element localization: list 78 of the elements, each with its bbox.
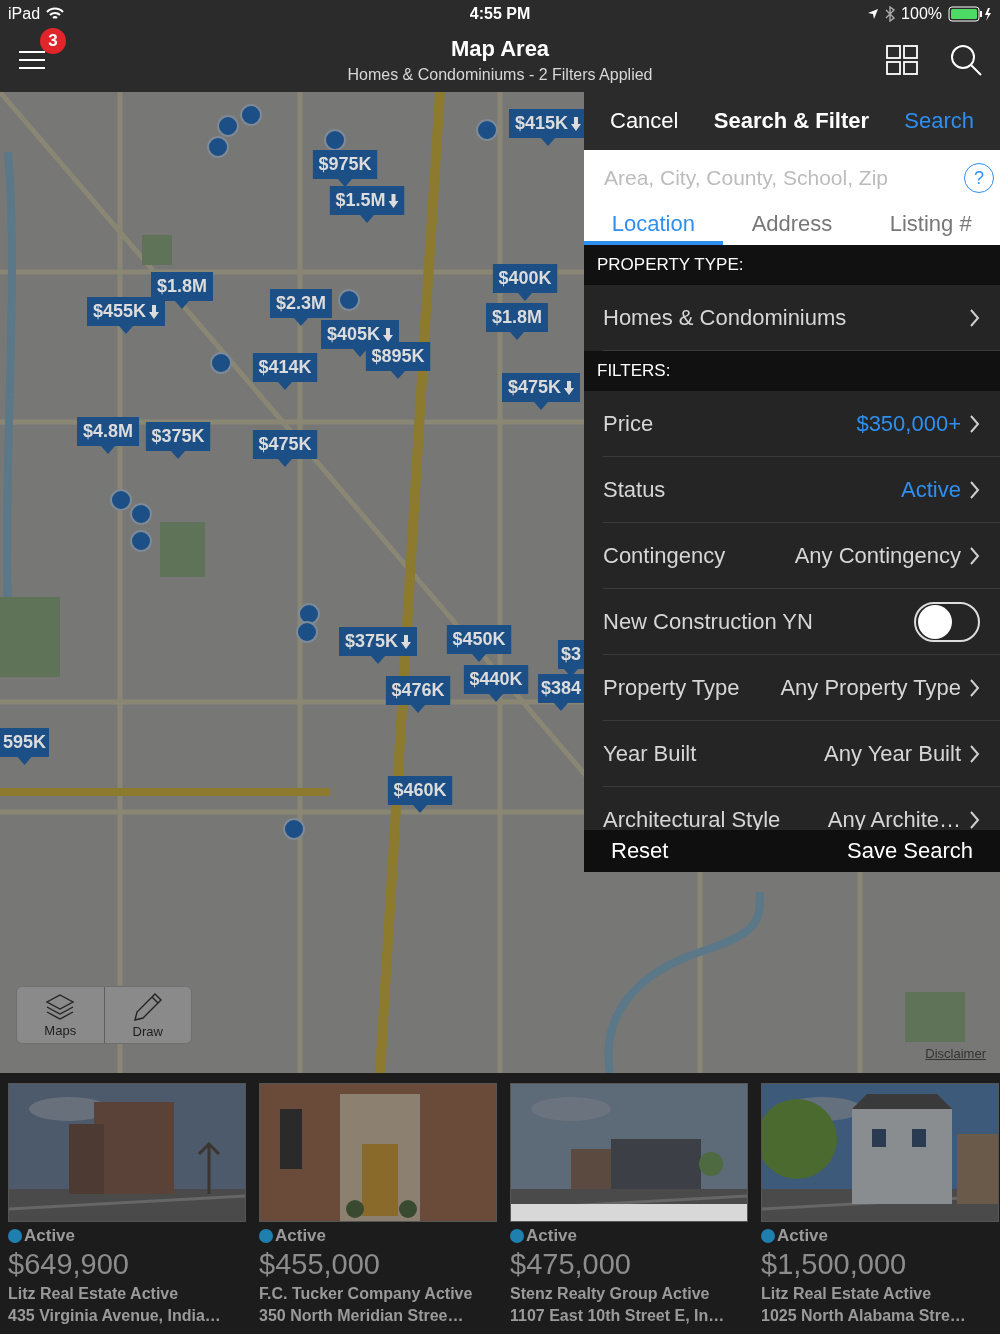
row-label: Homes & Condominiums (603, 304, 847, 331)
listing-price: $475,000 (510, 1248, 632, 1281)
status-dot (8, 1229, 22, 1243)
save-search-button[interactable]: Save Search (847, 838, 973, 864)
chevron-icon (969, 743, 980, 764)
bluetooth-icon (885, 6, 896, 22)
search-button[interactable] (950, 44, 982, 76)
listing-brokerage: Stenz Realty Group Active (510, 1285, 711, 1303)
row-label: Property Type (603, 674, 740, 701)
battery-icon (948, 6, 992, 22)
wifi-icon (46, 7, 65, 21)
listing-address: 350 North Meridian Stree… (259, 1307, 465, 1325)
grid-view-button[interactable] (886, 45, 918, 75)
grid-icon (886, 45, 918, 75)
chevron-icon (969, 809, 980, 830)
listing-address: 435 Virginia Avenue, India… (8, 1307, 222, 1325)
filter-row[interactable]: Property Type Any Property Type (603, 655, 1000, 721)
pencil-icon (132, 991, 163, 1022)
row-label: New Construction YN (603, 608, 813, 635)
row-label: Status (603, 476, 666, 503)
listing-address: 1107 East 10th Street E, In… (510, 1307, 726, 1325)
status-dot (259, 1229, 273, 1243)
row-value: Any Property Type (779, 674, 961, 701)
menu-icon (18, 49, 46, 71)
listing-brokerage: F.C. Tucker Company Active (259, 1285, 474, 1303)
filter-row[interactable]: Price $350,000+ (603, 391, 1000, 457)
battery-percent: 100% (901, 5, 942, 23)
listing-status: Active (777, 1226, 829, 1246)
chevron-icon (969, 479, 980, 500)
section-heading: PROPERTY TYPE: (584, 245, 1000, 285)
cancel-button[interactable]: Cancel (610, 108, 679, 134)
status-dot (761, 1229, 775, 1243)
clock-time: 4:55 PM (469, 5, 531, 23)
panel-title: Search & Filter (713, 108, 869, 134)
row-label: Contingency (603, 542, 726, 569)
listing-brokerage: Litz Real Estate Active (761, 1285, 933, 1303)
listing-address: 1025 North Alabama Stre… (761, 1307, 967, 1325)
page-subtitle: Homes & Condominiums - 2 Filters Applied (346, 66, 654, 84)
row-value: Any Year Built (823, 740, 961, 767)
search-submit-button[interactable]: Search (904, 108, 974, 134)
row-label: Year Built (603, 740, 697, 767)
listing-price: $455,000 (259, 1248, 381, 1281)
listing-status: Active (526, 1226, 578, 1246)
chevron-icon (969, 677, 980, 698)
maps-button[interactable]: Maps (17, 987, 104, 1043)
chevron-icon (969, 413, 980, 434)
filter-row[interactable]: Year Built Any Year Built (603, 721, 1000, 787)
device-name: iPad (8, 5, 41, 23)
listing-card[interactable]: Active $1,500,000 Litz Real Estate Active 1025 North Alabama Stre… (761, 1083, 997, 1334)
row-value: Any Contingency (793, 542, 961, 569)
tab[interactable]: Listing # (861, 206, 1000, 245)
listing-brokerage: Litz Real Estate Active (8, 1285, 180, 1303)
listing-card[interactable]: Active $455,000 F.C. Tucker Company Active 350 North Meridian Stree… (259, 1083, 495, 1334)
listing-price: $649,900 (8, 1248, 130, 1281)
filter-row[interactable]: Contingency Any Contingency (603, 523, 1000, 589)
toggle-switch[interactable] (914, 601, 980, 642)
listing-price: $1,500,000 (761, 1248, 908, 1281)
reset-button[interactable]: Reset (611, 838, 669, 864)
menu-button[interactable] (18, 48, 48, 72)
chevron-icon (969, 307, 980, 328)
chevron-icon (969, 545, 980, 566)
listing-status: Active (24, 1226, 76, 1246)
row-label: Price (603, 410, 654, 437)
listing-card[interactable]: Active $475,000 Stenz Realty Group Active 1107 East 10th Street E, In… (510, 1083, 746, 1334)
search-icon (950, 44, 982, 76)
tab[interactable]: Address (722, 206, 862, 245)
status-dot (510, 1229, 524, 1243)
filter-row[interactable]: Status Active (603, 457, 1000, 523)
row-value: $350,000+ (855, 410, 961, 437)
row-value: Active (900, 476, 961, 503)
section-heading: FILTERS: (584, 351, 1000, 391)
notification-badge: 3 (40, 28, 66, 54)
listing-card[interactable]: Active $649,900 Litz Real Estate Active 435 Virginia Avenue, India… (8, 1083, 244, 1334)
layers-icon (45, 992, 76, 1021)
page-title: Map Area (449, 36, 551, 62)
listing-status: Active (275, 1226, 327, 1246)
location-arrow-icon (867, 8, 880, 20)
draw-button[interactable]: Draw (103, 987, 191, 1043)
